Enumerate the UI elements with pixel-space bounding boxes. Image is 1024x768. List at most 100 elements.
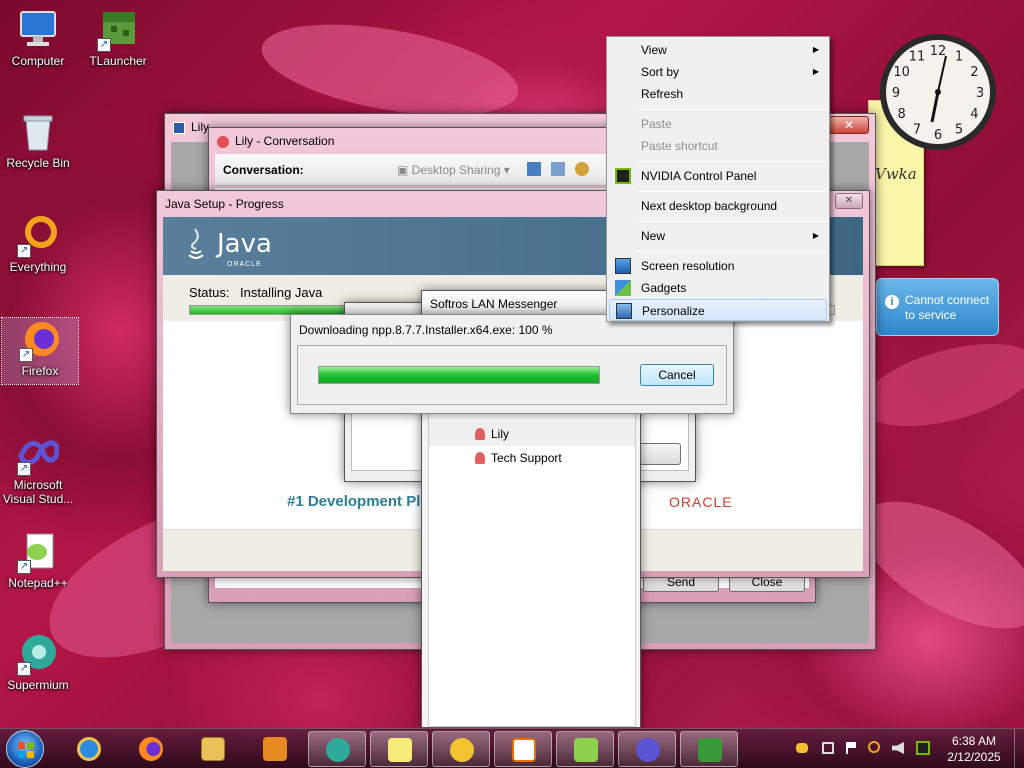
desktop-sharing-button[interactable]: ▣ Desktop Sharing ▾	[397, 163, 510, 177]
menu-item-label: Sort by	[641, 65, 680, 79]
tlauncher-icon: ↗	[97, 8, 139, 52]
menu-item-gadgets[interactable]: Gadgets	[609, 277, 827, 299]
show-desktop-button[interactable]	[1014, 729, 1024, 768]
wallpaper-petal	[854, 327, 1024, 443]
contact-item-tech-support[interactable]: Tech Support	[429, 446, 635, 470]
shortcut-arrow-icon: ↗	[17, 560, 31, 574]
taskbar-java[interactable]	[494, 731, 552, 767]
menu-item-new[interactable]: New ▶	[609, 225, 827, 247]
desktop-icon-firefox[interactable]: ↗ Firefox	[1, 317, 79, 385]
taskbar-explorer[interactable]	[184, 731, 242, 767]
start-button[interactable]	[6, 730, 44, 768]
taskbar-firefox[interactable]	[122, 731, 180, 767]
cancel-button[interactable]: Cancel	[640, 364, 714, 386]
desktop-icon-notepadpp[interactable]: ↗ Notepad++	[0, 530, 76, 590]
taskbar-media-player[interactable]	[246, 731, 304, 767]
tray-flag-icon[interactable]	[846, 742, 856, 754]
desktop-icon-everything[interactable]: ↗ Everything	[0, 214, 76, 274]
toolbar-tool-icon[interactable]	[575, 162, 589, 176]
oracle-logo: ORACLE	[669, 494, 733, 510]
taskbar-sticky-notes[interactable]	[370, 731, 428, 767]
desktop-icon-label: Firefox	[21, 364, 59, 378]
menu-item-label: New	[641, 229, 666, 243]
menu-item-paste-shortcut[interactable]: Paste shortcut	[609, 135, 827, 157]
desktop-icon-recycle-bin[interactable]: Recycle Bin	[0, 110, 76, 170]
clock-number: 1	[955, 50, 963, 65]
menu-separator	[637, 191, 827, 192]
clock-number: 5	[955, 122, 963, 137]
menu-item-personalize[interactable]: Personalize	[609, 299, 827, 321]
desktop-icon-tlauncher[interactable]: ↗ TLauncher	[80, 8, 156, 68]
menu-separator	[637, 161, 827, 162]
menu-item-label: Gadgets	[641, 281, 687, 295]
shortcut-arrow-icon: ↗	[19, 348, 33, 362]
personalize-icon	[616, 303, 632, 319]
desktop-icon-label: Microsoft Visual Stud...	[2, 478, 74, 506]
contact-label: Tech Support	[491, 451, 562, 465]
menu-item-screen-resolution[interactable]: Screen resolution	[609, 255, 827, 277]
contact-label: Lily	[491, 427, 510, 441]
tray-volume-icon[interactable]	[892, 742, 904, 754]
desktop-icon-visual-studio[interactable]: ↗ Microsoft Visual Stud...	[0, 432, 76, 506]
download-panel: Cancel	[297, 345, 727, 405]
weather-gadget[interactable]: i Cannot connect to service	[876, 278, 999, 336]
clock-number: 9	[892, 86, 900, 101]
menu-item-next-background[interactable]: Next desktop background	[609, 195, 827, 217]
user-icon	[475, 452, 485, 464]
shortcut-arrow-icon: ↗	[17, 244, 31, 258]
menu-item-label: Paste	[641, 117, 672, 131]
taskbar-notepadpp[interactable]	[556, 731, 614, 767]
desktop-icon-computer[interactable]: Computer	[0, 8, 76, 68]
recycle-bin-icon	[17, 110, 59, 152]
clock-number: 3	[976, 86, 984, 101]
taskbar-installer[interactable]	[680, 731, 738, 767]
java-tagline: #1 Development Pl	[287, 493, 421, 510]
menu-separator	[637, 221, 827, 222]
contact-item-lily[interactable]: Lily	[429, 422, 635, 446]
submenu-arrow-icon: ▶	[812, 67, 819, 76]
taskbar-ie[interactable]	[60, 731, 118, 767]
tray-network-icon[interactable]	[822, 742, 834, 754]
window-title: Lily	[191, 120, 210, 134]
menu-item-label: Refresh	[641, 87, 684, 101]
notepadpp-icon: ↗	[17, 530, 59, 574]
visual-studio-icon	[636, 738, 660, 762]
tray-clock[interactable]: 6:38 AM 2/12/2025	[938, 733, 1010, 765]
notepadpp-icon	[574, 738, 598, 762]
supermium-icon: ↗	[17, 632, 59, 676]
everything-icon: ↗	[17, 214, 59, 258]
tray-nvidia-icon[interactable]	[916, 741, 930, 755]
taskbar-visual-studio[interactable]	[618, 731, 676, 767]
menu-separator	[637, 251, 827, 252]
desktop-icon-label: Computer	[11, 54, 65, 68]
tray-chat-icon[interactable]	[796, 743, 808, 753]
desktop-icon-supermium[interactable]: ↗ Supermium	[0, 632, 76, 692]
java-close-button[interactable]: ✕	[835, 193, 863, 209]
clock-number: 12	[930, 44, 947, 59]
close-button[interactable]: ✕	[829, 116, 869, 134]
java-icon	[512, 738, 536, 762]
clock-number: 6	[934, 128, 942, 143]
toolbar-tool-icon[interactable]	[551, 162, 565, 176]
menu-item-nvidia[interactable]: NVIDIA Control Panel	[609, 165, 827, 187]
tray-search-icon[interactable]	[868, 741, 880, 753]
nvidia-icon	[615, 168, 631, 184]
taskbar-supermium[interactable]	[308, 731, 366, 767]
menu-item-paste[interactable]: Paste	[609, 113, 827, 135]
menu-item-refresh[interactable]: Refresh	[609, 83, 827, 105]
supermium-icon	[326, 738, 350, 762]
user-icon	[217, 135, 229, 148]
desktop-icon-label: Notepad++	[8, 576, 68, 590]
clock-number: 10	[893, 65, 910, 80]
sticky-notes-icon	[388, 738, 412, 762]
toolbar-tool-icon[interactable]	[527, 162, 541, 176]
taskbar-softros[interactable]	[432, 731, 490, 767]
menu-item-view[interactable]: View ▶	[609, 39, 827, 61]
status-label: Status:	[189, 285, 230, 300]
menu-item-sort-by[interactable]: Sort by ▶	[609, 61, 827, 83]
download-dialog[interactable]: Downloading npp.8.7.7.Installer.x64.exe:…	[290, 314, 734, 414]
tray-date: 2/12/2025	[947, 750, 1001, 764]
clock-gadget[interactable]: 12 1 2 3 4 5 6 7 8 9 10 11	[876, 30, 1000, 154]
menu-item-label: NVIDIA Control Panel	[641, 169, 757, 183]
info-icon: i	[885, 295, 899, 309]
